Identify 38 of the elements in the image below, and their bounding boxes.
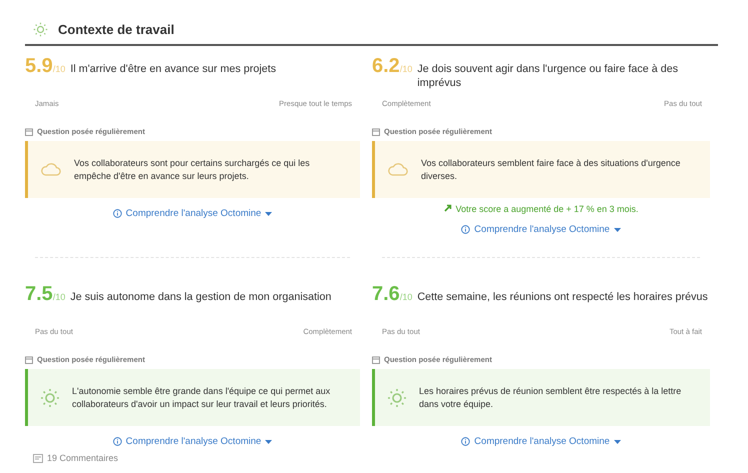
comment-icon [33, 454, 43, 462]
info-icon [112, 437, 122, 446]
calendar-icon [25, 356, 33, 364]
calendar-icon [372, 356, 380, 364]
insight-text: Vos collaborateurs semblent faire face à des situations d'urgence diverses. [421, 156, 682, 182]
trend-up-icon [444, 204, 452, 212]
caret-icon [614, 228, 621, 232]
caret-icon [614, 440, 621, 444]
sun-icon [33, 22, 48, 37]
insight-text: Vos collaborateurs sont pour certains surchargés ce qui les empêche d'être en avance sur leurs projets. [74, 156, 311, 182]
insight-text: Les horaires prévus de réunion semblent être respectés à la lettre dans votre équipe. [419, 384, 682, 410]
question-text: Je dois souvent agir dans l'urgence ou faire face à des imprévus [417, 62, 680, 90]
score-value: 6.2/10 [372, 55, 412, 78]
caret-icon [265, 440, 272, 444]
trend-text: Votre score a augmenté de + 17 % en 3 mois. [456, 204, 638, 214]
insight-text: L'autonomie semble être grande dans l'équipe ce qui permet aux collaborateurs d'avoir un impact sur leur travail et leurs priorités. [72, 384, 332, 410]
analysis-link[interactable]: Comprendre l'analyse Octomine [461, 224, 621, 235]
sun-icon [40, 388, 60, 408]
sun-icon [387, 388, 407, 408]
question-text: Il m'arrive d'être en avance sur mes projets [70, 62, 276, 76]
analysis-link[interactable]: Comprendre l'analyse Octomine [112, 208, 272, 219]
score-value: 5.9/10 [25, 55, 66, 78]
cloud-icon [387, 162, 409, 177]
info-icon [112, 209, 122, 218]
info-icon [461, 225, 470, 234]
calendar-icon [372, 128, 380, 136]
info-icon [461, 437, 470, 446]
score-value: 7.6/10 [372, 283, 412, 306]
cloud-icon [40, 162, 62, 177]
analysis-link[interactable]: Comprendre l'analyse Octomine [112, 436, 272, 447]
score-value: 7.5/10 [25, 283, 66, 306]
analysis-link[interactable]: Comprendre l'analyse Octomine [461, 436, 621, 447]
question-text: Cette semaine, les réunions ont respecté les horaires prévus [417, 290, 708, 304]
question-text: Je suis autonome dans la gestion de mon organisation [70, 290, 332, 304]
comments-count: 19 Commentaires [47, 453, 118, 463]
caret-icon [265, 212, 272, 216]
section-title: Contexte de travail [58, 22, 174, 37]
calendar-icon [25, 128, 33, 136]
